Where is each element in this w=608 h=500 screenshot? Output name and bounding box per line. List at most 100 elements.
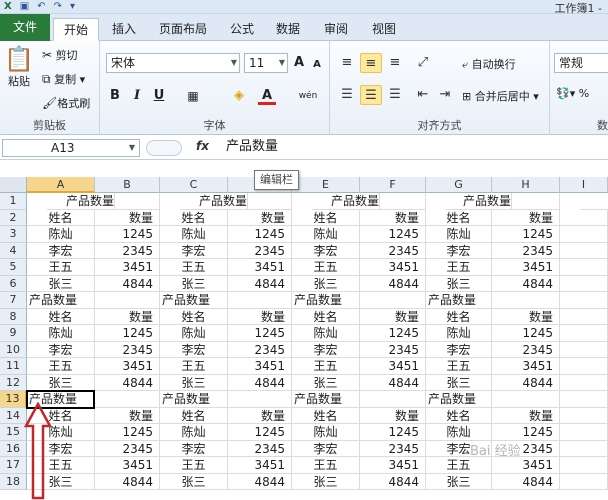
cell-i17[interactable] (560, 457, 608, 474)
font-size-select[interactable]: 11 ▼ (244, 53, 288, 73)
tab-home[interactable]: 开始 (53, 18, 99, 41)
cell-a8[interactable]: 姓名 (27, 308, 95, 325)
cell-b15[interactable]: 1245 (95, 424, 160, 441)
cell-f13[interactable] (360, 391, 426, 408)
cell-h1[interactable] (492, 193, 560, 210)
tab-file[interactable]: 文件 (0, 14, 50, 41)
cell-e3[interactable]: 陈灿 (292, 226, 360, 243)
cell-f1[interactable] (360, 193, 426, 210)
cell-d2[interactable]: 数量 (228, 209, 292, 226)
cell-e11[interactable]: 王五 (292, 358, 360, 375)
cell-h5[interactable]: 3451 (492, 259, 560, 276)
align-center-icon[interactable]: ☰ (360, 85, 382, 105)
row-header-4[interactable]: 4 (0, 242, 27, 259)
cell-f14[interactable]: 数量 (360, 407, 426, 424)
cell-b13[interactable] (95, 391, 160, 408)
cell-c6[interactable]: 张三 (160, 275, 228, 292)
font-color-button[interactable]: A (258, 87, 276, 105)
cell-c15[interactable]: 陈灿 (160, 424, 228, 441)
cell-c10[interactable]: 李宏 (160, 341, 228, 358)
cell-f18[interactable]: 4844 (360, 473, 426, 490)
fill-color-icon[interactable]: ◈ (230, 87, 248, 105)
cell-g11[interactable]: 王五 (426, 358, 492, 375)
name-box[interactable]: A13 ▼ (2, 139, 140, 157)
cell-i9[interactable] (560, 325, 608, 342)
cell-d17[interactable]: 3451 (228, 457, 292, 474)
cell-h14[interactable]: 数量 (492, 407, 560, 424)
cell-i11[interactable] (560, 358, 608, 375)
cell-g17[interactable]: 王五 (426, 457, 492, 474)
cell-c4[interactable]: 李宏 (160, 242, 228, 259)
cell-d6[interactable]: 4844 (228, 275, 292, 292)
undo-icon[interactable]: ↶ (37, 1, 45, 12)
cell-a11[interactable]: 王五 (27, 358, 95, 375)
row-header-14[interactable]: 14 (0, 407, 27, 424)
cell-h12[interactable]: 4844 (492, 374, 560, 391)
cell-e9[interactable]: 陈灿 (292, 325, 360, 342)
cell-d13[interactable] (228, 391, 292, 408)
column-header-i[interactable]: I (560, 177, 608, 193)
cell-e5[interactable]: 王五 (292, 259, 360, 276)
cell-f2[interactable]: 数量 (360, 209, 426, 226)
row-header-5[interactable]: 5 (0, 259, 27, 276)
cell-i14[interactable] (560, 407, 608, 424)
cell-g10[interactable]: 李宏 (426, 341, 492, 358)
column-header-a[interactable]: A (27, 177, 95, 193)
cell-f9[interactable]: 1245 (360, 325, 426, 342)
shrink-font-button[interactable]: A (308, 56, 326, 74)
cell-d10[interactable]: 2345 (228, 341, 292, 358)
cell-d1[interactable] (228, 193, 292, 210)
cell-a5[interactable]: 王五 (27, 259, 95, 276)
tab-page-layout[interactable]: 页面布局 (150, 18, 216, 41)
cell-b17[interactable]: 3451 (95, 457, 160, 474)
cell-f5[interactable]: 3451 (360, 259, 426, 276)
cell-e6[interactable]: 张三 (292, 275, 360, 292)
cell-b10[interactable]: 2345 (95, 341, 160, 358)
cell-b5[interactable]: 3451 (95, 259, 160, 276)
cell-d11[interactable]: 3451 (228, 358, 292, 375)
row-header-1[interactable]: 1 (0, 193, 27, 210)
cell-i2[interactable] (560, 209, 608, 226)
cell-i13[interactable] (560, 391, 608, 408)
cell-b12[interactable]: 4844 (95, 374, 160, 391)
cell-f17[interactable]: 3451 (360, 457, 426, 474)
bold-button[interactable]: B (106, 87, 124, 105)
cell-i10[interactable] (560, 341, 608, 358)
row-header-2[interactable]: 2 (0, 209, 27, 226)
cell-c18[interactable]: 张三 (160, 473, 228, 490)
cell-i3[interactable] (560, 226, 608, 243)
cell-c11[interactable]: 王五 (160, 358, 228, 375)
column-header-c[interactable]: C (160, 177, 228, 193)
copy-button[interactable]: ⧉ 复制 ▾ (42, 71, 85, 87)
cell-f8[interactable]: 数量 (360, 308, 426, 325)
cell-f12[interactable]: 4844 (360, 374, 426, 391)
italic-button[interactable]: I (128, 87, 146, 105)
cell-b14[interactable]: 数量 (95, 407, 160, 424)
cell-f16[interactable]: 2345 (360, 440, 426, 457)
cut-button[interactable]: ✂ 剪切 (42, 47, 78, 63)
cell-h8[interactable]: 数量 (492, 308, 560, 325)
cell-g12[interactable]: 张三 (426, 374, 492, 391)
column-header-b[interactable]: B (95, 177, 160, 193)
cell-d5[interactable]: 3451 (228, 259, 292, 276)
cell-e15[interactable]: 陈灿 (292, 424, 360, 441)
cell-h4[interactable]: 2345 (492, 242, 560, 259)
cell-d18[interactable]: 4844 (228, 473, 292, 490)
phonetic-button[interactable]: wén (296, 87, 320, 105)
cell-b1[interactable] (95, 193, 160, 210)
cell-c13[interactable]: 产品数量 (160, 391, 228, 408)
underline-button[interactable]: U (150, 87, 168, 105)
cell-g3[interactable]: 陈灿 (426, 226, 492, 243)
cell-f6[interactable]: 4844 (360, 275, 426, 292)
cell-a9[interactable]: 陈灿 (27, 325, 95, 342)
cell-c7[interactable]: 产品数量 (160, 292, 228, 309)
cell-h2[interactable]: 数量 (492, 209, 560, 226)
cell-c9[interactable]: 陈灿 (160, 325, 228, 342)
cell-h17[interactable]: 3451 (492, 457, 560, 474)
cell-i12[interactable] (560, 374, 608, 391)
formula-bar-resize-handle[interactable] (146, 140, 182, 156)
cell-f7[interactable] (360, 292, 426, 309)
column-header-h[interactable]: H (492, 177, 560, 193)
row-header-16[interactable]: 16 (0, 440, 27, 457)
wrap-text-button[interactable]: ⤶ 自动换行 (462, 56, 516, 72)
